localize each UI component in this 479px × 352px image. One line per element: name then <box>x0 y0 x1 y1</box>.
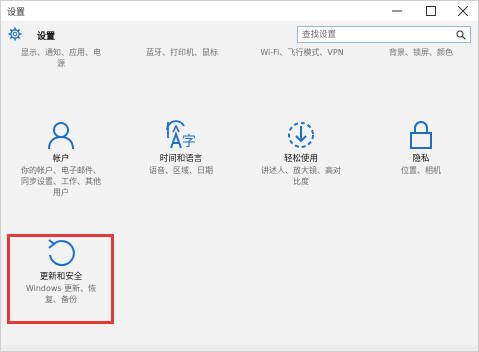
tile-privacy[interactable]: 隐私 位置、相机 <box>371 120 471 176</box>
network-tile-desc[interactable]: Wi-Fi、飞行模式、VPN <box>247 47 357 58</box>
minimize-icon <box>392 10 402 12</box>
search-box[interactable] <box>297 26 471 43</box>
minimize-button[interactable] <box>384 1 410 21</box>
tile-ease-of-access-name: 轻松使用 <box>283 154 318 164</box>
settings-heading: 设置 <box>37 32 56 42</box>
tile-time-language-name: 时间和语言 <box>159 154 203 164</box>
maximize-icon <box>426 6 436 16</box>
personalization-tile-desc[interactable]: 背景、锁屏、颜色 <box>371 47 471 58</box>
window-title: 设置 <box>7 8 26 18</box>
highlight-frame <box>7 234 114 324</box>
tile-accounts[interactable]: 帐户 你的帐户、电子邮件、 同步设置、工作、其他 用户 <box>11 120 111 198</box>
tile-accounts-name: 帐户 <box>52 154 70 164</box>
settings-window: 设置 设置 显示、通知、应用、电 源 蓝牙、打印机、鼠标 Wi-Fi、飞行模式、… <box>0 0 479 352</box>
tile-time-language-desc: 语音、区域、日期 <box>149 166 213 175</box>
close-icon <box>458 6 468 16</box>
title-bar: 设置 <box>1 1 478 21</box>
maximize-button[interactable] <box>418 1 444 21</box>
system-tile-desc[interactable]: 显示、通知、应用、电 源 <box>11 47 111 69</box>
search-input[interactable] <box>300 28 449 41</box>
tile-privacy-name: 隐私 <box>412 154 430 164</box>
devices-tile-desc[interactable]: 蓝牙、打印机、鼠标 <box>132 47 232 58</box>
tile-privacy-desc: 位置、相机 <box>401 166 441 175</box>
tile-time-language[interactable]: 字 时间和语言 语音、区域、日期 <box>131 120 231 176</box>
person-icon <box>48 122 74 150</box>
close-button[interactable] <box>450 1 476 21</box>
time-language-icon: 字 <box>166 120 196 150</box>
bottom-strip <box>1 345 478 351</box>
tile-accounts-desc: 你的帐户、电子邮件、 同步设置、工作、其他 用户 <box>21 166 101 197</box>
tile-ease-of-access[interactable]: 轻松使用 讲述人、放大镜、高对 比度 <box>251 120 351 187</box>
lock-icon <box>410 121 432 149</box>
ease-of-access-icon <box>288 122 314 148</box>
search-icon[interactable] <box>456 30 466 40</box>
svg-text:字: 字 <box>182 134 196 150</box>
gear-icon <box>8 27 22 41</box>
tile-ease-of-access-desc: 讲述人、放大镜、高对 比度 <box>261 166 341 186</box>
